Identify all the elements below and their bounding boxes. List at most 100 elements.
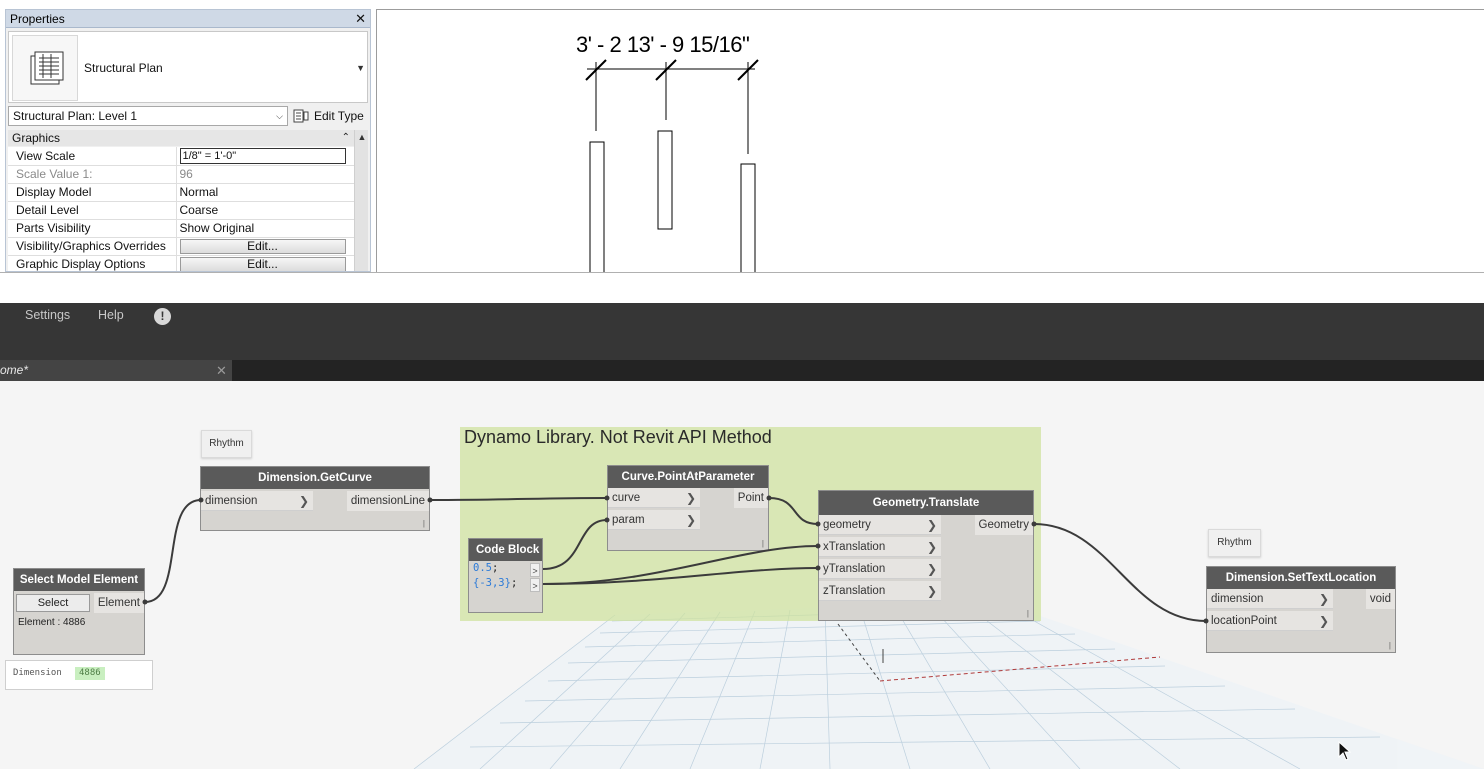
prop-value[interactable]: Normal xyxy=(176,183,354,202)
input-port-xtranslation[interactable]: xTranslation ❯ xyxy=(819,537,941,557)
table-row: View Scale 1/8" = 1'-0" xyxy=(8,147,354,166)
wall-element[interactable] xyxy=(589,141,605,273)
plan-view-canvas[interactable]: 3' - 2 13' - 9 15/16" xyxy=(376,9,1484,273)
edit-type-icon xyxy=(293,109,309,123)
input-port-ztranslation[interactable]: zTranslation ❯ xyxy=(819,581,941,601)
edit-type-label: Edit Type xyxy=(314,109,364,123)
node-resize-handle[interactable]: | xyxy=(1389,641,1391,650)
table-row: Visibility/Graphics Overrides Edit... xyxy=(8,237,354,256)
prop-value: 96 xyxy=(176,165,354,184)
input-port-curve[interactable]: curve ❯ xyxy=(608,488,700,508)
note-text: Rhythm xyxy=(209,438,244,449)
port-label: curve xyxy=(612,492,641,504)
wall-element[interactable] xyxy=(657,130,673,230)
menu-settings[interactable]: Settings xyxy=(25,308,70,322)
code-semicolon: ; xyxy=(491,562,499,574)
wall-element[interactable] xyxy=(740,163,756,273)
chevron-right-icon: ❯ xyxy=(685,513,696,527)
view-scale-input[interactable]: 1/8" = 1'-0" xyxy=(179,147,346,164)
close-icon[interactable]: ✕ xyxy=(355,10,366,28)
screen: Properties ✕ Structural Plan ▼ Structura… xyxy=(0,0,1484,769)
graphics-section-header[interactable]: Graphics ⌃ xyxy=(8,130,354,146)
output-port-line2[interactable]: > xyxy=(530,578,540,592)
code-semicolon: ; xyxy=(510,577,518,589)
port-label: dimensionLine xyxy=(350,495,425,507)
output-port-line1[interactable]: > xyxy=(530,563,540,577)
node-resize-handle[interactable]: | xyxy=(762,539,764,548)
revit-window: Properties ✕ Structural Plan ▼ Structura… xyxy=(0,0,1484,273)
view-instance-value: Structural Plan: Level 1 xyxy=(13,109,138,123)
chevron-right-icon: ❯ xyxy=(1318,592,1329,606)
prop-name: Parts Visibility xyxy=(8,219,177,238)
note-rhythm[interactable]: Rhythm xyxy=(1208,529,1261,557)
node-title: Dimension.SetTextLocation xyxy=(1207,567,1395,589)
prop-name: Detail Level xyxy=(8,201,177,220)
note-text: Rhythm xyxy=(1217,537,1252,548)
table-row: Graphic Display Options Edit... xyxy=(8,255,354,271)
port-label: Geometry xyxy=(978,519,1030,531)
select-button[interactable]: Select xyxy=(16,594,90,612)
close-icon[interactable]: ✕ xyxy=(216,360,227,381)
prop-value[interactable]: Show Original xyxy=(176,219,354,238)
collapse-icon[interactable]: ⌃ xyxy=(342,130,350,146)
output-port-void[interactable]: void xyxy=(1365,589,1395,609)
watch-preview[interactable]: Dimension 4886 xyxy=(5,660,153,690)
output-port-element[interactable]: Element xyxy=(93,593,144,613)
node-title: Curve.PointAtParameter xyxy=(608,466,768,488)
scroll-up-icon[interactable]: ▲ xyxy=(355,130,369,144)
port-label: xTranslation xyxy=(823,541,886,553)
output-port-point[interactable]: Point xyxy=(733,488,768,508)
workspace-tab-bar: ome* ✕ xyxy=(0,360,1484,381)
node-code-block[interactable]: Code Block 0.5; {-3,3}; > > xyxy=(468,538,543,613)
chevron-down-icon[interactable]: ▼ xyxy=(356,32,365,104)
view-instance-dropdown[interactable]: Structural Plan: Level 1 ⌵ xyxy=(8,106,288,126)
input-port-dimension[interactable]: dimension ❯ xyxy=(201,491,313,511)
output-port-geometry[interactable]: Geometry xyxy=(974,515,1033,535)
node-dimension-getcurve[interactable]: Dimension.GetCurve dimension ❯ dimension… xyxy=(200,466,430,531)
properties-title-bar: Properties ✕ xyxy=(6,10,370,28)
edit-type-button[interactable]: Edit Type xyxy=(293,106,369,126)
table-row: Detail Level Coarse xyxy=(8,201,354,220)
node-curve-pointatparameter[interactable]: Curve.PointAtParameter curve ❯ param ❯ P… xyxy=(607,465,769,551)
note-rhythm[interactable]: Rhythm xyxy=(201,430,252,458)
input-port-dimension[interactable]: dimension ❯ xyxy=(1207,589,1333,609)
dynamo-graph-canvas[interactable]: Dynamo Library. Not Revit API Method Rhy… xyxy=(0,381,1484,769)
node-geometry-translate[interactable]: Geometry.Translate geometry ❯ xTranslati… xyxy=(818,490,1034,621)
node-title: Geometry.Translate xyxy=(819,491,1033,515)
node-title: Select Model Element xyxy=(14,569,144,591)
node-title: Dimension.GetCurve xyxy=(201,467,429,489)
output-port-dimensionline[interactable]: dimensionLine xyxy=(346,491,429,511)
alert-icon[interactable]: ! xyxy=(154,308,171,325)
node-resize-handle[interactable]: | xyxy=(423,519,425,528)
input-port-ytranslation[interactable]: yTranslation ❯ xyxy=(819,559,941,579)
table-row: Parts Visibility Show Original xyxy=(8,219,354,238)
port-label: yTranslation xyxy=(823,563,886,575)
node-resize-handle[interactable]: | xyxy=(1027,609,1029,618)
port-label: Element xyxy=(97,597,140,609)
table-row: Display Model Normal xyxy=(8,183,354,202)
tab-home-label: ome* xyxy=(0,363,29,377)
menu-help[interactable]: Help xyxy=(98,308,124,322)
chevron-down-icon: ⌵ xyxy=(276,111,283,121)
type-selector[interactable]: Structural Plan ▼ xyxy=(8,31,368,103)
plan-drawing xyxy=(585,59,759,273)
input-port-locationpoint[interactable]: locationPoint ❯ xyxy=(1207,611,1333,631)
port-label: dimension xyxy=(205,495,258,507)
graphic-display-edit-button[interactable]: Edit... xyxy=(179,257,346,271)
node-dimension-settextlocation[interactable]: Dimension.SetTextLocation dimension ❯ lo… xyxy=(1206,566,1396,653)
watch-value: 4886 xyxy=(75,667,105,680)
group-title: Dynamo Library. Not Revit API Method xyxy=(464,427,772,447)
input-port-param[interactable]: param ❯ xyxy=(608,510,700,530)
input-port-geometry[interactable]: geometry ❯ xyxy=(819,515,941,535)
prop-name: View Scale xyxy=(8,147,177,166)
vg-overrides-edit-button[interactable]: Edit... xyxy=(179,239,346,254)
node-select-model-element[interactable]: Select Model Element Select Element Elem… xyxy=(13,568,145,655)
node-title: Code Block xyxy=(469,539,542,561)
properties-scrollbar[interactable]: ▲ xyxy=(354,130,369,271)
code-editor[interactable]: 0.5; {-3,3}; xyxy=(471,561,539,593)
prop-value[interactable]: Coarse xyxy=(176,201,354,220)
properties-palette: Properties ✕ Structural Plan ▼ Structura… xyxy=(5,9,371,272)
code-line: 0.5 xyxy=(473,562,492,574)
properties-title: Properties xyxy=(10,12,65,26)
tab-home[interactable]: ome* ✕ xyxy=(0,360,232,381)
